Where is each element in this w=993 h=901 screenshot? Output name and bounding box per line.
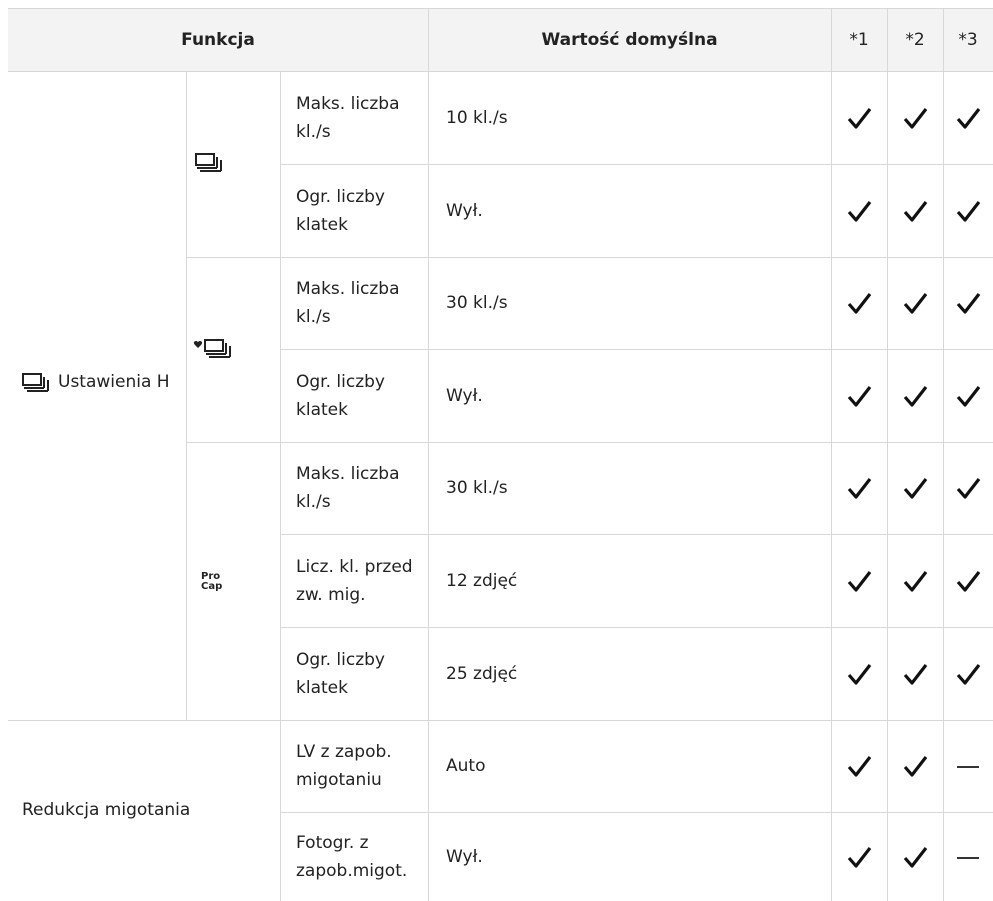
check-icon xyxy=(956,108,981,129)
default-value-text: 12 zdjęć xyxy=(446,570,518,591)
check-icon xyxy=(956,570,981,592)
setting-name-text: Fotogr. z zapob.migot. xyxy=(296,832,408,881)
check-icon xyxy=(956,478,981,499)
default-value: 12 zdjęć xyxy=(446,534,816,627)
grid-line xyxy=(831,8,832,901)
check-icon xyxy=(903,756,928,777)
default-value-text: 30 kl./s xyxy=(446,478,508,498)
check-icon xyxy=(903,108,928,129)
check-icon xyxy=(847,200,872,222)
dash-icon xyxy=(957,766,979,768)
check-icon xyxy=(847,478,872,499)
header-function: Funkcja xyxy=(181,30,255,50)
procap-icon: Pro Cap xyxy=(201,571,223,592)
setting-name-text: Maks. liczba kl./s xyxy=(296,464,400,512)
default-value: Wył. xyxy=(446,349,816,442)
grid-line xyxy=(428,8,429,901)
default-value-text: 10 kl./s xyxy=(446,108,508,128)
default-value: 30 kl./s xyxy=(446,257,816,349)
setting-name-text: Ogr. liczby klatek xyxy=(296,649,385,698)
grid-line xyxy=(280,72,281,901)
setting-name: Maks. liczba kl./s xyxy=(296,442,424,534)
setting-name: Maks. liczba kl./s xyxy=(296,257,424,349)
check-icon xyxy=(847,108,872,129)
default-value: Wył. xyxy=(446,812,816,901)
sequential-shooting-h-icon xyxy=(195,153,225,178)
header-col-3: *3 xyxy=(958,30,978,50)
header-col-1: *1 xyxy=(849,30,869,50)
header-col-2: *2 xyxy=(905,30,925,50)
default-value: Wył. xyxy=(446,164,816,257)
group-label-flicker: Redukcja migotania xyxy=(22,800,191,820)
setting-name-text: Maks. liczba kl./s xyxy=(296,94,400,142)
default-value-text: 25 zdjęć xyxy=(446,663,518,684)
check-icon xyxy=(903,663,928,685)
check-icon xyxy=(903,293,928,314)
dash-icon xyxy=(957,856,979,859)
default-value: 10 kl./s xyxy=(446,72,816,164)
group-label-h-settings: Ustawienia H xyxy=(58,372,170,392)
check-icon xyxy=(956,385,981,407)
setting-name: Ogr. liczby klatek xyxy=(296,627,424,720)
default-value: Auto xyxy=(446,720,816,812)
grid-line xyxy=(943,8,944,901)
setting-name-text: Ogr. liczby klatek xyxy=(296,186,385,235)
grid-line xyxy=(186,72,187,720)
grid-line xyxy=(887,8,888,901)
header-default-value: Wartość domyślna xyxy=(541,30,718,50)
setting-name: Ogr. liczby klatek xyxy=(296,349,424,442)
check-icon xyxy=(903,478,928,499)
default-value-text: 30 kl./s xyxy=(446,293,508,313)
default-value-text: Auto xyxy=(446,756,486,776)
default-value-text: Wył. xyxy=(446,385,483,406)
setting-name: Licz. kl. przed zw. mig. xyxy=(296,534,424,627)
setting-name-text: LV z zapob. migotaniu xyxy=(296,742,392,790)
setting-name-text: Ogr. liczby klatek xyxy=(296,371,385,420)
check-icon xyxy=(903,200,928,222)
check-icon xyxy=(956,200,981,222)
check-icon xyxy=(847,385,872,407)
check-icon xyxy=(847,570,872,592)
check-icon xyxy=(847,846,872,868)
setting-name-text: Maks. liczba kl./s xyxy=(296,279,400,327)
check-icon xyxy=(847,293,872,314)
default-value: 30 kl./s xyxy=(446,442,816,534)
setting-name: LV z zapob. migotaniu xyxy=(296,720,424,812)
silent-sequential-icon xyxy=(193,339,233,364)
check-icon xyxy=(847,756,872,777)
setting-name-text: Licz. kl. przed zw. mig. xyxy=(296,556,413,605)
default-value-text: Wył. xyxy=(446,846,483,867)
setting-name: Ogr. liczby klatek xyxy=(296,164,424,257)
setting-name: Maks. liczba kl./s xyxy=(296,72,424,164)
check-icon xyxy=(847,663,872,685)
check-icon xyxy=(903,846,928,868)
check-icon xyxy=(956,293,981,314)
check-icon xyxy=(903,570,928,592)
check-icon xyxy=(903,385,928,407)
setting-name: Fotogr. z zapob.migot. xyxy=(296,812,424,901)
check-icon xyxy=(956,663,981,685)
default-value-text: Wył. xyxy=(446,200,483,221)
default-value: 25 zdjęć xyxy=(446,627,816,720)
